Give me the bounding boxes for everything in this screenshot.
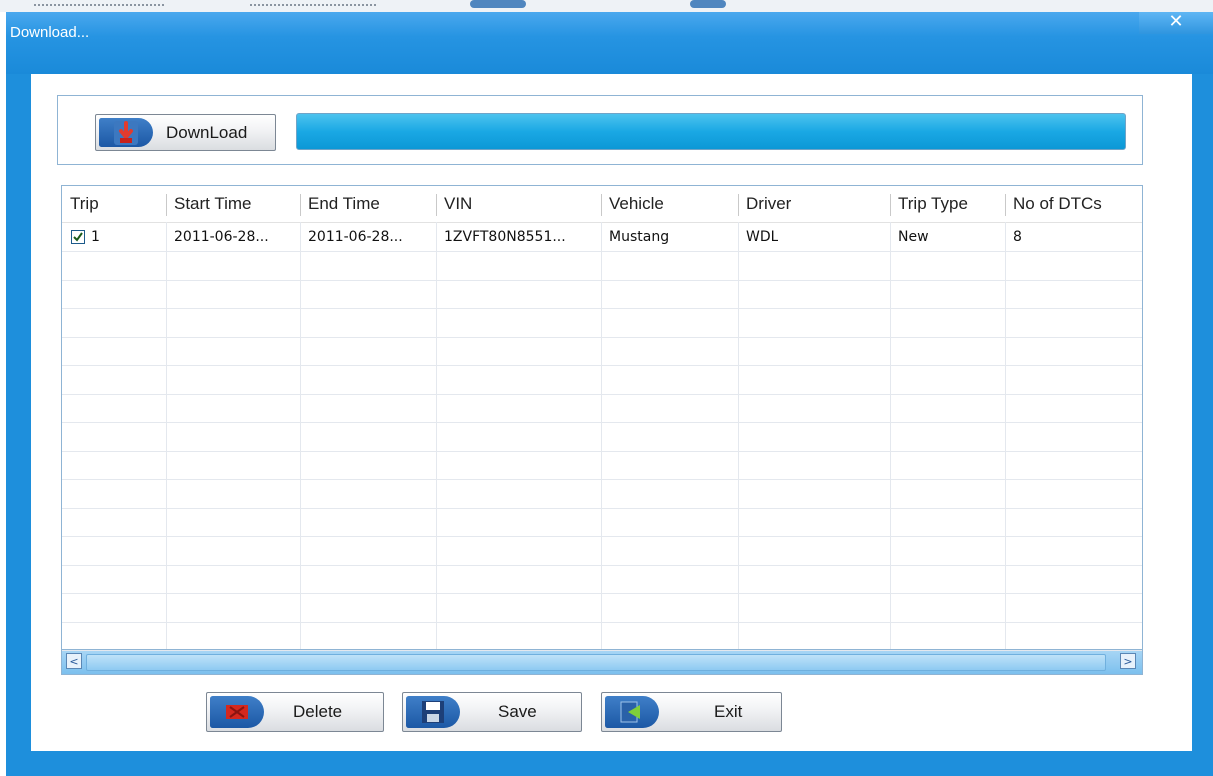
table-row-empty — [62, 565, 1142, 594]
column-separator — [738, 194, 739, 216]
table-row-empty — [62, 366, 1142, 395]
vehicle-cell: Mustang — [609, 229, 670, 245]
save-button[interactable]: Save — [402, 692, 582, 732]
close-icon: ✕ — [1168, 11, 1184, 32]
table-row-empty — [62, 451, 1142, 480]
exit-icon — [605, 696, 659, 728]
trip-number: 1 — [91, 229, 100, 245]
table-row-empty — [62, 337, 1142, 366]
download-button-label: DownLoad — [166, 122, 248, 142]
bg-dots — [250, 4, 376, 9]
column-header-trip-type[interactable]: Trip Type — [898, 186, 968, 222]
column-separator — [1005, 194, 1006, 216]
column-separator — [601, 194, 602, 216]
scroll-right-button[interactable]: > — [1120, 653, 1136, 669]
column-separator — [436, 194, 437, 216]
download-progress-bar — [296, 113, 1126, 150]
check-icon — [73, 232, 83, 242]
table-row[interactable]: 1 2011-06-28... 2011-06-28... 1ZVFT80N85… — [62, 223, 1142, 252]
title-bar[interactable]: Download... ✕ — [6, 12, 1213, 74]
table-row-empty — [62, 252, 1142, 281]
delete-button-label: Delete — [293, 702, 343, 721]
chevron-left-icon: < — [69, 654, 79, 668]
column-header-no-of-dtcs[interactable]: No of DTCs — [1013, 186, 1102, 222]
background-app-strip — [0, 0, 1213, 12]
table-row-empty — [62, 480, 1142, 509]
delete-button[interactable]: Delete — [206, 692, 384, 732]
exit-button-label: Exit — [714, 702, 743, 721]
row-checkbox[interactable] — [71, 230, 85, 244]
trip-cell[interactable]: 1 — [71, 223, 100, 251]
exit-button[interactable]: Exit — [601, 692, 782, 732]
table-row-empty — [62, 394, 1142, 423]
trip-type-cell: New — [898, 229, 929, 245]
save-button-label: Save — [498, 702, 537, 721]
table-row-empty — [62, 309, 1142, 338]
delete-icon — [210, 696, 264, 728]
chevron-right-icon: > — [1123, 654, 1133, 668]
download-button[interactable]: DownLoad — [95, 114, 276, 151]
column-header-vin[interactable]: VIN — [444, 186, 472, 222]
column-header-trip[interactable]: Trip — [70, 186, 99, 222]
table-row-empty — [62, 423, 1142, 452]
column-separator — [890, 194, 891, 216]
start-time-cell: 2011-06-28... — [174, 229, 269, 245]
close-button[interactable]: ✕ — [1139, 12, 1213, 34]
table-row-empty — [62, 622, 1142, 651]
end-time-cell: 2011-06-28... — [308, 229, 403, 245]
horizontal-scrollbar[interactable]: < > — [62, 649, 1142, 674]
save-icon — [406, 696, 460, 728]
column-header-driver[interactable]: Driver — [746, 186, 791, 222]
download-icon — [99, 118, 153, 147]
dtc-count-cell: 8 — [1013, 229, 1022, 245]
column-header-end-time[interactable]: End Time — [308, 186, 380, 222]
vin-cell: 1ZVFT80N8551... — [444, 229, 566, 245]
column-header-vehicle[interactable]: Vehicle — [609, 186, 664, 222]
driver-cell: WDL — [746, 229, 779, 245]
trip-table: Trip Start Time End Time VIN Vehicle Dri… — [61, 185, 1143, 675]
table-row-empty — [62, 594, 1142, 623]
column-header-start-time[interactable]: Start Time — [174, 186, 251, 222]
bg-shape — [470, 0, 526, 8]
bg-shape — [690, 0, 726, 8]
scroll-left-button[interactable]: < — [66, 653, 82, 669]
window-title: Download... — [10, 24, 90, 41]
table-header: Trip Start Time End Time VIN Vehicle Dri… — [62, 186, 1142, 223]
column-separator — [300, 194, 301, 216]
table-row-empty — [62, 508, 1142, 537]
column-separator — [166, 194, 167, 216]
table-row-empty — [62, 280, 1142, 309]
scroll-thumb[interactable] — [86, 654, 1106, 671]
table-row-empty — [62, 537, 1142, 566]
bg-dots — [34, 4, 164, 9]
